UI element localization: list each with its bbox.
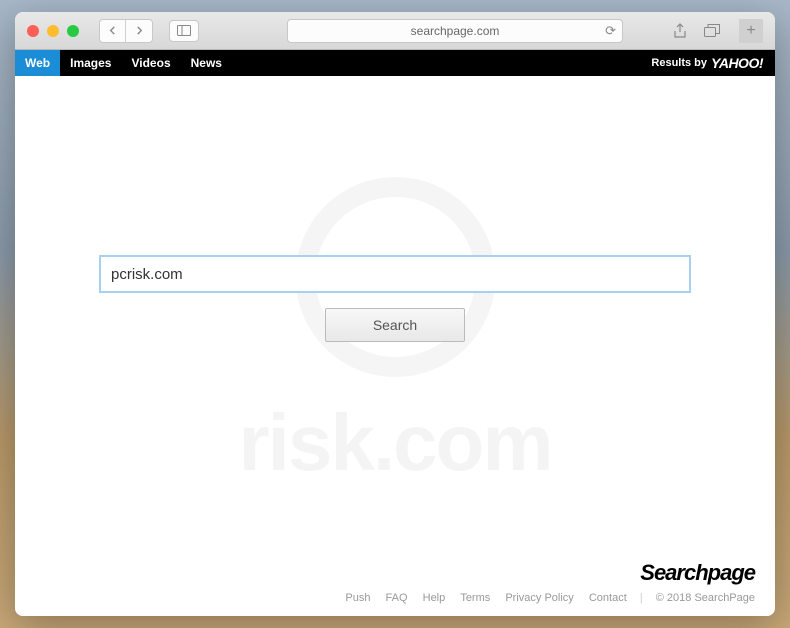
search-input[interactable] [100, 256, 690, 292]
footer: Searchpage Push FAQ Help Terms Privacy P… [15, 552, 775, 616]
browser-window: searchpage.com ⟳ + Web Images Videos New… [15, 12, 775, 616]
footer-link-terms[interactable]: Terms [460, 592, 490, 604]
footer-link-faq[interactable]: FAQ [386, 592, 408, 604]
copyright: © 2018 SearchPage [656, 592, 755, 604]
search-button[interactable]: Search [325, 308, 465, 342]
footer-link-privacy[interactable]: Privacy Policy [505, 592, 573, 604]
minimize-window-button[interactable] [47, 25, 59, 37]
nav-tab-images[interactable]: Images [60, 50, 121, 76]
share-icon[interactable] [671, 22, 689, 40]
nav-tab-videos[interactable]: Videos [121, 50, 180, 76]
footer-separator: | [640, 592, 643, 604]
nav-tab-news[interactable]: News [181, 50, 232, 76]
forward-button[interactable] [126, 20, 152, 42]
refresh-icon[interactable]: ⟳ [605, 23, 616, 39]
address-text: searchpage.com [411, 24, 500, 38]
watermark-text: risk.com [238, 397, 551, 489]
footer-link-help[interactable]: Help [423, 592, 446, 604]
address-bar[interactable]: searchpage.com ⟳ [287, 19, 623, 43]
back-button[interactable] [100, 20, 126, 42]
toolbar-right: + [671, 19, 763, 43]
footer-link-push[interactable]: Push [345, 592, 370, 604]
yahoo-logo: YAHOO! [711, 55, 775, 71]
footer-link-contact[interactable]: Contact [589, 592, 627, 604]
top-nav: Web Images Videos News Results by YAHOO! [15, 50, 775, 76]
maximize-window-button[interactable] [67, 25, 79, 37]
results-by-label: Results by [651, 57, 711, 69]
nav-buttons [99, 19, 153, 43]
brand-logo: Searchpage [35, 560, 755, 586]
new-tab-button[interactable]: + [739, 19, 763, 43]
sidebar-toggle-button[interactable] [169, 20, 199, 42]
page-content: Web Images Videos News Results by YAHOO!… [15, 50, 775, 616]
footer-links: Push FAQ Help Terms Privacy Policy Conta… [35, 592, 755, 604]
tabs-icon[interactable] [703, 22, 721, 40]
close-window-button[interactable] [27, 25, 39, 37]
titlebar: searchpage.com ⟳ + [15, 12, 775, 50]
search-area: Search [15, 256, 775, 342]
nav-tab-web[interactable]: Web [15, 50, 60, 76]
traffic-lights [27, 25, 79, 37]
